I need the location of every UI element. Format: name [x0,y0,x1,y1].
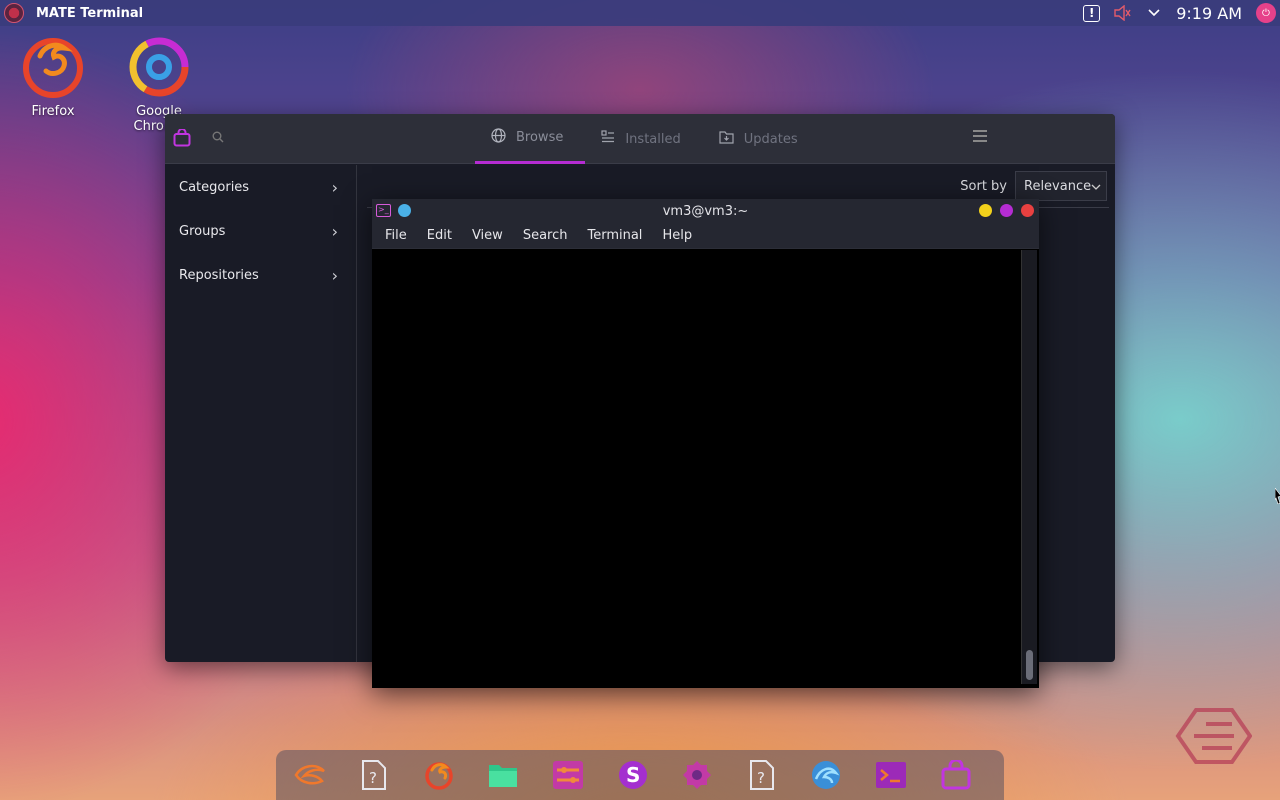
garuda-watermark-icon [1175,708,1252,764]
dock-gear-icon[interactable] [681,758,714,792]
close-button[interactable] [1021,204,1034,217]
chevron-right-icon: › [331,177,338,197]
mouse-cursor-icon [1275,488,1280,504]
store-tabs: Browse Installed Updates [475,114,820,164]
notification-icon[interactable]: ! [1083,4,1101,22]
menu-view[interactable]: View [462,228,513,243]
garuda-menu-icon[interactable] [4,3,24,23]
terminal-window[interactable]: >_ vm3@vm3:~ File Edit View Search Termi… [372,199,1039,688]
folder-update-icon [719,130,734,148]
scrollbar[interactable] [1021,250,1037,684]
dock: ? S ? [276,750,1004,800]
volume-muted-icon[interactable] [1112,3,1132,23]
desktop-icon-firefox[interactable]: Firefox [3,36,103,119]
menu-search[interactable]: Search [513,228,578,243]
tab-installed[interactable]: Installed [585,114,702,164]
sort-value: Relevance [1024,178,1092,194]
sidebar-item-label: Repositories [179,267,259,283]
tab-label: Updates [743,131,798,147]
svg-text:?: ? [369,769,377,787]
tab-updates[interactable]: Updates [703,114,820,164]
window-title: vm3@vm3:~ [662,203,749,219]
scrollbar-thumb[interactable] [1026,650,1033,680]
dock-terminal-icon[interactable] [875,758,908,792]
chevron-right-icon: › [331,265,338,285]
search-icon[interactable] [212,131,224,147]
terminal-icon: >_ [376,204,391,217]
store-sidebar: Categories › Groups › Repositories › [165,165,357,662]
tray-expand-icon[interactable] [1144,3,1164,23]
dock-browser-icon[interactable] [810,758,843,792]
chrome-icon [128,36,190,98]
sidebar-item-categories[interactable]: Categories › [165,165,356,209]
sticky-button[interactable] [398,204,411,217]
svg-text:S: S [626,763,640,787]
sort-label: Sort by [960,178,1007,194]
menu-file[interactable]: File [375,228,417,243]
menu-terminal[interactable]: Terminal [577,228,652,243]
list-icon [601,130,615,148]
chevron-right-icon: › [331,221,338,241]
system-tray: ! 9:19 AM ⏻ [1083,0,1280,26]
desktop-icon-label: Firefox [31,104,75,119]
sort-select[interactable]: Relevance [1015,171,1107,201]
power-icon[interactable]: ⏻ [1256,3,1276,23]
dock-unknown-app-icon[interactable]: ? [746,758,779,792]
chevron-down-icon [1091,179,1101,194]
tab-label: Installed [625,131,681,147]
clock[interactable]: 9:19 AM [1176,4,1242,23]
globe-icon [491,128,506,147]
terminal-menubar: File Edit View Search Terminal Help [372,223,1039,249]
dock-files-icon[interactable] [487,758,520,792]
dock-firefox-icon[interactable] [423,758,456,792]
sort-bar: Sort by Relevance [960,171,1107,201]
sidebar-item-label: Groups [179,223,226,239]
store-header: Browse Installed Updates [165,114,1115,164]
maximize-button[interactable] [1000,204,1013,217]
sidebar-item-label: Categories [179,179,250,195]
top-panel: MATE Terminal ! 9:19 AM ⏻ [0,0,1280,26]
terminal-screen[interactable] [376,250,1019,684]
sidebar-item-groups[interactable]: Groups › [165,209,356,253]
terminal-titlebar[interactable]: >_ vm3@vm3:~ [372,199,1039,223]
tab-label: Browse [516,130,564,145]
active-app-name: MATE Terminal [36,5,144,21]
store-bag-icon [173,129,191,147]
svg-text:?: ? [757,769,765,787]
dock-settings-icon[interactable] [552,758,585,792]
menu-help[interactable]: Help [652,228,702,243]
dock-store-s-icon[interactable]: S [616,758,649,792]
menu-edit[interactable]: Edit [417,228,462,243]
hamburger-menu-icon[interactable] [973,130,987,144]
dock-store-bag-icon[interactable] [939,758,972,792]
sidebar-item-repositories[interactable]: Repositories › [165,253,356,297]
dock-garuda-icon[interactable] [292,758,326,792]
dock-unknown-app-icon[interactable]: ? [358,758,391,792]
tab-browse[interactable]: Browse [475,114,586,164]
minimize-button[interactable] [979,204,992,217]
firefox-icon [22,36,84,98]
